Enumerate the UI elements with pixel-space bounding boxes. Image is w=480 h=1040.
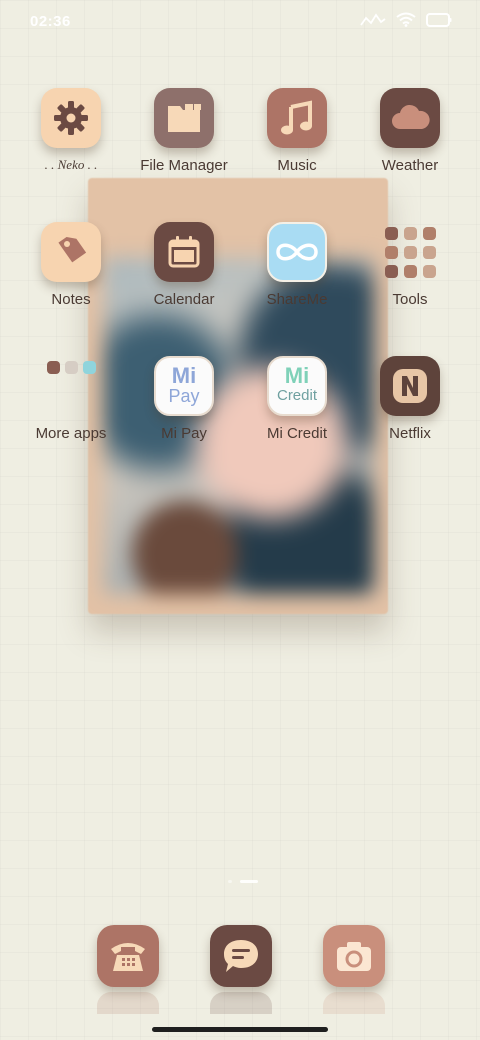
app-tile — [154, 222, 214, 282]
dock-reflection — [323, 992, 385, 1014]
app-mi-credit[interactable]: Mi Credit Mi Credit — [241, 356, 353, 442]
folder-tools[interactable]: Tools — [354, 222, 466, 308]
app-music[interactable]: Music — [241, 88, 353, 174]
wifi-icon — [396, 12, 416, 27]
app-label: Netflix — [389, 425, 431, 442]
dock-phone[interactable] — [97, 925, 159, 987]
app-label: File Manager — [140, 157, 228, 174]
app-tile: Mi Pay — [154, 356, 214, 416]
app-label: Mi Pay — [161, 425, 207, 442]
app-label: More apps — [35, 425, 107, 442]
app-label: Notes — [51, 291, 91, 308]
calendar-icon — [168, 236, 200, 268]
netflix-n-icon — [393, 369, 427, 403]
mi-pay-logo-mi: Mi — [171, 363, 197, 388]
telephone-icon — [111, 943, 145, 971]
app-weather[interactable]: Weather — [354, 88, 466, 174]
app-label: Mi Credit — [266, 425, 327, 442]
app-tile — [154, 88, 214, 148]
app-netflix[interactable]: Netflix — [354, 356, 466, 442]
app-label: Tools — [392, 291, 428, 308]
app-tile: Mi Credit — [267, 356, 327, 416]
dock-camera[interactable] — [323, 925, 385, 987]
mi-pay-logo-text: Pay — [168, 386, 200, 406]
app-calendar[interactable]: Calendar — [128, 222, 240, 308]
page-indicator-active — [240, 880, 258, 883]
infinity-icon — [276, 243, 318, 261]
app-tile — [267, 88, 327, 148]
app-tile — [41, 88, 101, 148]
folder-grid-icon — [41, 356, 101, 416]
app-file-manager[interactable]: File Manager — [128, 88, 240, 174]
status-bar: 02:36 — [0, 0, 480, 44]
dock-reflection — [210, 992, 272, 1014]
page-indicator-dot — [228, 880, 232, 883]
folder-icon — [168, 104, 201, 132]
dock-messages[interactable] — [210, 925, 272, 987]
signal-icon — [360, 12, 386, 26]
mi-credit-logo-text: Credit — [276, 387, 317, 404]
camera-icon — [337, 942, 371, 971]
status-icons — [360, 12, 452, 27]
app-tile — [380, 356, 440, 416]
dock-reflection — [97, 992, 159, 1014]
app-label: ShareMe — [266, 291, 328, 308]
music-note-icon — [281, 100, 312, 135]
app-mi-pay[interactable]: Mi Pay Mi Pay — [128, 356, 240, 442]
cloud-icon — [392, 104, 430, 129]
app-tile — [41, 222, 101, 282]
app-tile — [267, 222, 327, 282]
app-neko-settings[interactable]: . . Neko . . — [15, 88, 127, 173]
mi-credit-logo-mi: Mi — [284, 363, 310, 388]
gear-icon — [54, 101, 88, 135]
tag-icon — [58, 236, 87, 263]
app-tile — [380, 88, 440, 148]
app-label: Music — [277, 157, 317, 174]
app-label: Calendar — [153, 291, 215, 308]
folder-more-apps[interactable]: More apps — [15, 356, 127, 442]
app-shareme[interactable]: ShareMe — [241, 222, 353, 308]
status-clock: 02:36 — [30, 13, 71, 30]
chat-bubble-icon — [224, 940, 258, 972]
home-gesture-bar[interactable] — [152, 1027, 328, 1032]
app-label: . . Neko . . — [44, 157, 98, 172]
battery-icon — [426, 12, 452, 27]
app-notes[interactable]: Notes — [15, 222, 127, 308]
folder-grid-icon — [380, 222, 440, 282]
app-label: Weather — [381, 157, 439, 174]
